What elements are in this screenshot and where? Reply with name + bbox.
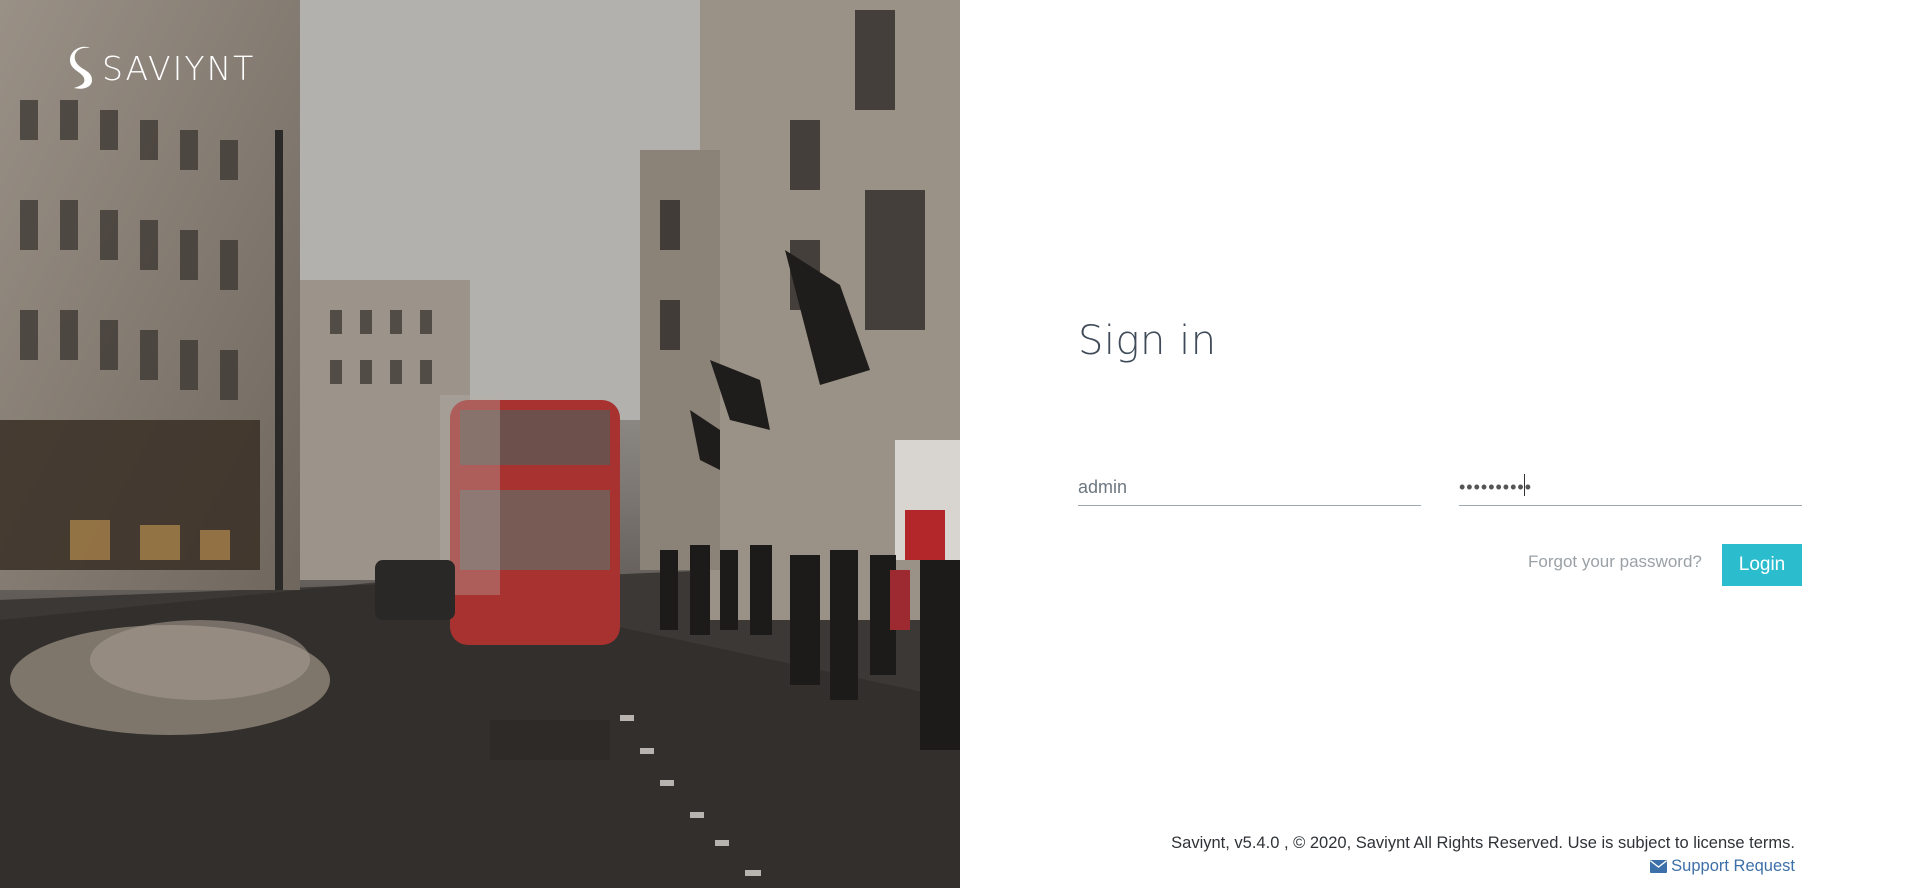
envelope-icon	[1650, 860, 1668, 873]
hero-image: SAVIYNT	[0, 0, 960, 888]
signin-panel: Sign in Forgot your password? Login Savi…	[960, 0, 1920, 888]
support-request-label: Support Request	[1671, 857, 1795, 875]
copyright-text: Saviynt, v5.4.0 , © 2020, Saviynt All Ri…	[1171, 834, 1795, 852]
saviynt-logo: SAVIYNT	[68, 44, 255, 92]
page-title: Sign in	[1078, 318, 1217, 364]
forgot-password-link[interactable]: Forgot your password?	[1528, 552, 1702, 572]
login-button[interactable]: Login	[1722, 544, 1802, 586]
saviynt-s-icon	[70, 46, 92, 89]
password-input[interactable]	[1459, 468, 1802, 506]
logo-text: SAVIYNT	[102, 48, 256, 88]
support-request-link[interactable]: Support Request	[1650, 855, 1795, 878]
username-input[interactable]	[1078, 468, 1421, 506]
footer: Saviynt, v5.4.0 , © 2020, Saviynt All Ri…	[1171, 832, 1795, 880]
street-scene-illustration	[0, 0, 960, 888]
text-caret	[1524, 474, 1525, 496]
